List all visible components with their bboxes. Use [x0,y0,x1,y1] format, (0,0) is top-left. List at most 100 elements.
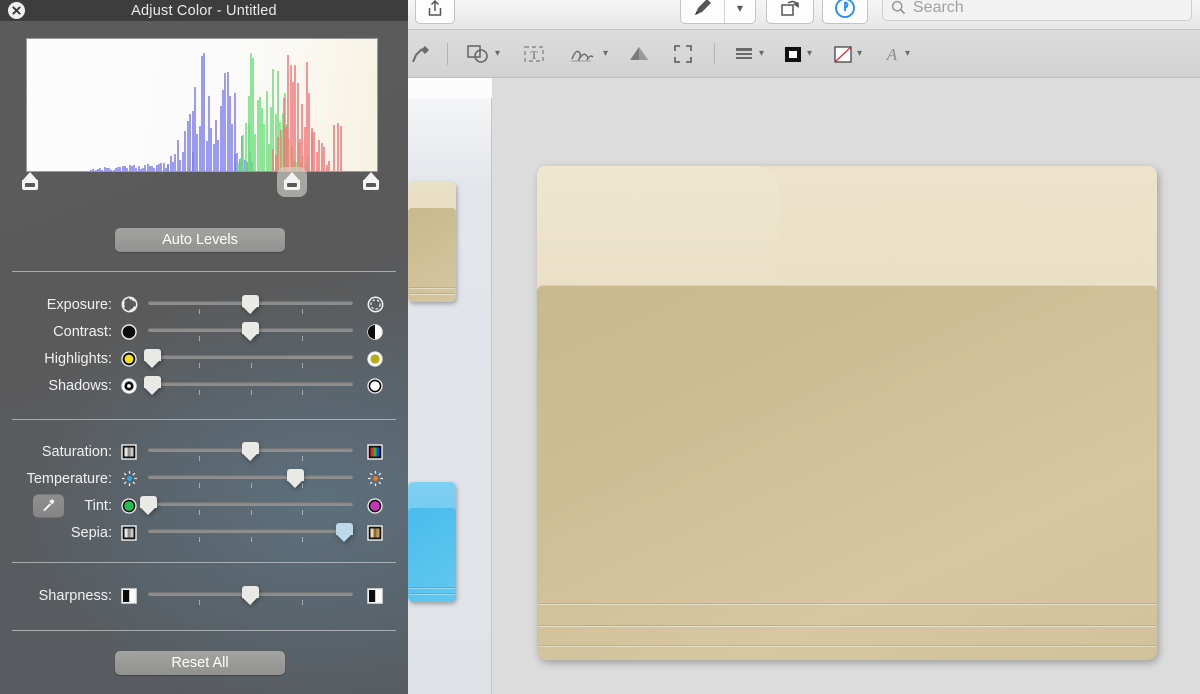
chevron-down-icon[interactable]: ▾ [807,48,812,59]
handle-inner [365,183,376,187]
slider-track[interactable] [148,501,353,506]
annotate-icon [835,0,855,18]
slider-thumb[interactable] [242,441,259,461]
slider-row-highlights: Highlights: [0,345,408,372]
dot-yellow-icon[interactable] [120,350,138,368]
rotate-button[interactable] [766,0,814,24]
slider-tick [199,509,201,515]
sun-blue-icon[interactable] [120,470,138,488]
adjust-color-panel: Adjust Color - Untitled Auto Levels Expo… [0,0,408,694]
half-square-icon[interactable] [366,587,384,605]
half-circle-icon[interactable] [366,323,384,341]
slider-thumb[interactable] [287,468,305,488]
page-thumbnail-folder-tan[interactable] [408,182,456,302]
thumbnail-folder-ridge [409,587,455,588]
slider-thumb[interactable] [143,375,161,395]
preview-sidebar[interactable] [408,78,492,694]
midpoint-handle[interactable] [276,167,307,197]
divider [12,419,396,420]
ring-white-icon[interactable] [366,377,384,395]
slider-exposure[interactable] [148,294,353,316]
black-point-handle[interactable] [20,172,40,192]
thumb-point [143,359,160,368]
slider-saturation[interactable] [148,441,353,463]
slider-tick [301,362,303,368]
slider-sharpness[interactable] [148,585,353,607]
levels-control[interactable] [22,167,381,197]
markup-pen-icon[interactable] [681,0,724,23]
thumb-point [336,533,353,542]
slider-tick [199,362,201,368]
chevron-down-icon[interactable]: ▾ [495,48,500,59]
slider-thumb[interactable] [242,294,259,314]
text-style-icon[interactable]: A ▾ [872,30,920,78]
slider-track[interactable] [148,381,353,386]
stroke-color-icon[interactable]: ▾ [822,30,872,78]
search-field[interactable]: Search [882,0,1192,21]
shapes-icon[interactable]: ▾ [457,30,509,78]
dot-green-icon[interactable] [120,497,138,515]
slider-thumb[interactable] [242,585,259,605]
chevron-down-icon[interactable]: ▾ [905,48,910,59]
slider-sepia[interactable] [148,522,354,544]
ring-yellow-icon[interactable] [366,350,384,368]
slider-label: Tint: [84,497,112,514]
slider-highlights[interactable] [143,348,353,370]
chevron-down-icon[interactable]: ▾ [759,48,764,59]
aperture-closed-icon[interactable] [120,296,138,314]
slider-contrast[interactable] [148,321,353,343]
sun-orange-icon[interactable] [366,470,384,488]
close-icon[interactable] [8,2,25,19]
slider-shadows[interactable] [143,375,353,397]
half-square-icon[interactable] [120,587,138,605]
border-style-icon[interactable]: ▾ [724,30,772,78]
sharpness-slider-group: Sharpness: [0,582,408,609]
slider-label: Highlights: [44,350,112,367]
share-button[interactable] [415,0,455,24]
rotate-icon [781,0,799,16]
crop-icon[interactable] [661,30,705,78]
slider-track[interactable] [148,528,353,533]
chevron-down-icon[interactable]: ▾ [857,48,862,59]
slider-label: Shadows: [48,377,112,394]
reset-all-button[interactable]: Reset All [115,651,285,675]
gray-bars-icon[interactable] [120,443,138,461]
annotate-button[interactable] [822,0,868,24]
chevron-down-icon[interactable]: ▾ [603,48,608,59]
aperture-open-icon[interactable] [366,296,384,314]
slider-row-shadows: Shadows: [0,372,408,399]
divider [12,562,396,563]
slider-temperature[interactable] [148,468,353,490]
slider-thumb[interactable] [139,495,157,515]
slider-track[interactable] [148,474,353,479]
document-canvas[interactable] [493,78,1200,694]
adjust-color-icon[interactable] [617,30,661,78]
markup-toggle-button[interactable]: ▾ [680,0,756,24]
dot-black-ring-icon[interactable] [120,377,138,395]
slider-thumb[interactable] [242,321,259,341]
chevron-down-icon[interactable]: ▾ [723,0,755,23]
slider-row-exposure: Exposure: [0,291,408,318]
signature-icon[interactable]: ▾ [559,30,617,78]
slider-tick [301,536,303,542]
white-point-handle[interactable] [361,172,381,192]
sketch-pen-icon[interactable] [404,30,438,78]
handle-inner [25,183,36,187]
text-box-icon[interactable]: T [509,30,559,78]
auto-levels-button[interactable]: Auto Levels [115,228,285,252]
thumbnail-folder-ridge [409,293,455,294]
slider-thumb[interactable] [143,348,161,368]
slider-tint[interactable] [139,495,353,517]
share-icon [428,0,442,16]
slider-tick [199,482,201,488]
rgb-bars-icon[interactable] [366,443,384,461]
fill-color-icon[interactable]: ▾ [772,30,822,78]
sepia-bars-icon[interactable] [366,524,384,542]
circle-black-icon[interactable] [120,323,138,341]
dot-magenta-icon[interactable] [366,497,384,515]
slider-track[interactable] [148,354,353,359]
gray-bars-icon[interactable] [120,524,138,542]
page-thumbnail-folder-blue[interactable] [408,482,456,602]
slider-thumb[interactable] [336,522,354,542]
thumb-point [242,596,258,605]
